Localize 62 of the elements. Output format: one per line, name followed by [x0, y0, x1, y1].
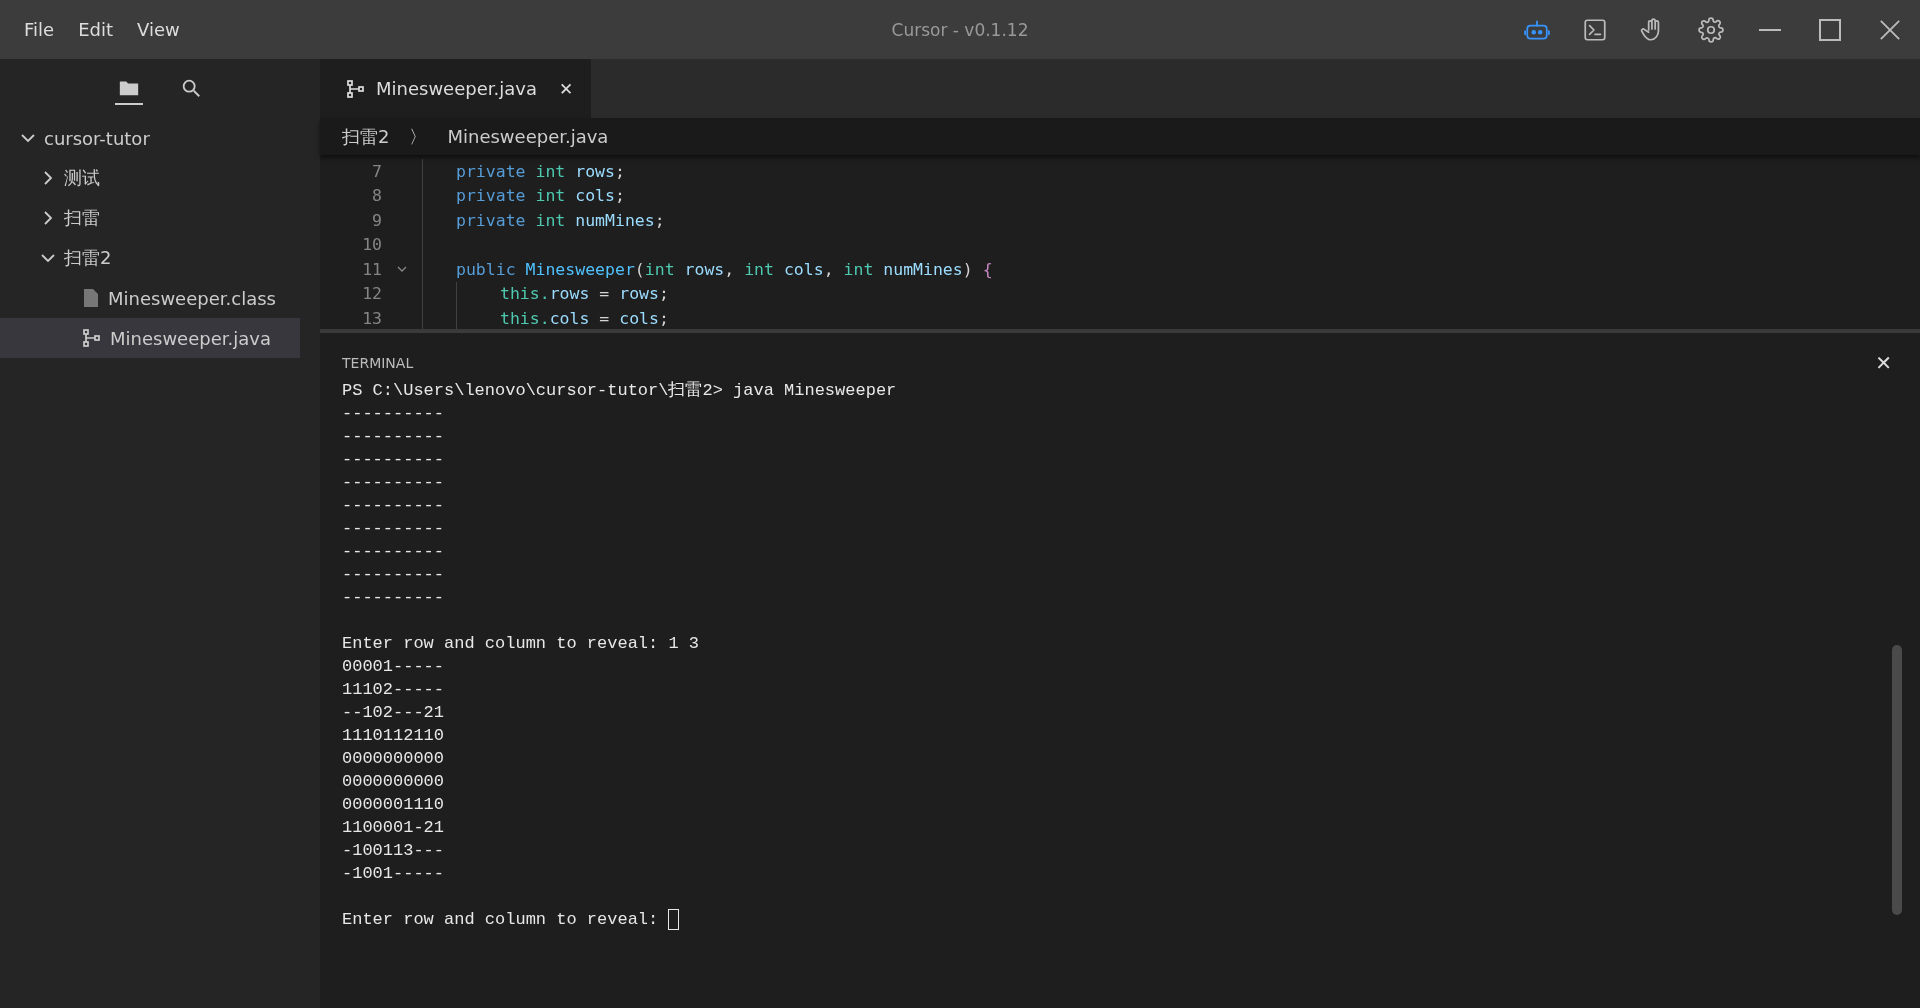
code-line: private int rows;: [456, 161, 625, 181]
terminal-line: ----------: [342, 518, 445, 540]
line-number: 7: [371, 161, 382, 181]
tree-item[interactable]: Minesweeper.class: [0, 278, 300, 318]
terminal-line: ----------: [342, 564, 445, 586]
terminal-line: 1110112110: [342, 725, 445, 747]
settings-icon: [1698, 16, 1724, 43]
panel-title: TERMINAL: [342, 355, 414, 371]
breadcrumb-item[interactable]: Minesweeper.java: [447, 126, 609, 147]
code-line: public Minesweeper(int rows, int cols, int numMines) {: [456, 259, 993, 279]
breadcrumb-item[interactable]: 扫雷2: [342, 124, 390, 149]
tree-item[interactable]: Minesweeper.java: [0, 318, 300, 358]
tree-item[interactable]: 测试: [0, 158, 300, 198]
menu-item[interactable]: File: [16, 15, 63, 44]
line-number: 8: [371, 186, 382, 206]
tree-item[interactable]: 扫雷: [0, 198, 300, 238]
terminal-line: 00001-----: [342, 656, 445, 678]
file-icon: [82, 288, 100, 308]
terminal-line: 0000001110: [342, 794, 445, 816]
terminal-line: ----------: [342, 541, 445, 563]
code-line: this.rows = rows;: [500, 284, 669, 304]
terminal-line: 0000000000: [342, 748, 445, 770]
tree-item[interactable]: cursor-tutor: [0, 118, 300, 158]
breadcrumb-separator: 〉: [409, 124, 428, 149]
line-number: 11: [361, 259, 382, 279]
fold-icon[interactable]: [397, 265, 407, 274]
code-line: private int cols;: [456, 186, 625, 206]
terminal-line: Enter row and column to reveal: 1 3: [342, 633, 700, 655]
branch-icon: [346, 78, 366, 99]
terminal-line: ----------: [342, 426, 445, 448]
scrollbar[interactable]: [1892, 645, 1902, 915]
close-icon: [1879, 18, 1901, 41]
terminal-line: PS C:\Users\lenovo\cursor-tutor\扫雷2> java Minesweeper: [342, 380, 897, 402]
terminal-line: -100113---: [342, 840, 445, 862]
terminal-line: 0000000000: [342, 771, 445, 793]
terminal-line: ----------: [342, 449, 445, 471]
terminal-line: 1100001-21: [342, 817, 445, 839]
branch-icon: [82, 328, 102, 348]
line-number: 9: [371, 210, 382, 230]
code-line: private int numMines;: [456, 210, 665, 230]
minimize-icon: [1759, 28, 1781, 31]
editor-tab[interactable]: Minesweeper.java ✕: [320, 59, 592, 118]
line-number: 13: [361, 308, 382, 328]
tree-item[interactable]: 扫雷2: [0, 238, 300, 278]
close-tab-button[interactable]: ✕: [558, 78, 574, 99]
maximize-icon: [1818, 17, 1842, 42]
line-number: 12: [361, 284, 382, 304]
window-title: Cursor - v0.1.12: [891, 19, 1029, 40]
terminal-line: 11102-----: [342, 679, 445, 701]
terminal-line: ----------: [342, 472, 445, 494]
terminal-line: --102---21: [342, 702, 445, 724]
terminal-icon: [1582, 16, 1608, 43]
menu-item[interactable]: View: [129, 15, 188, 44]
terminal-line: ----------: [342, 587, 445, 609]
terminal-line: Enter row and column to reveal:: [342, 909, 659, 931]
terminal-line: ----------: [342, 495, 445, 517]
terminal-line: -1001-----: [342, 863, 445, 885]
terminal-line: ----------: [342, 403, 445, 425]
close-button[interactable]: ✕: [1875, 351, 1898, 375]
menu-item[interactable]: Edit: [70, 15, 121, 44]
code-line: this.cols = cols;: [500, 308, 669, 328]
line-number: 10: [361, 235, 382, 255]
